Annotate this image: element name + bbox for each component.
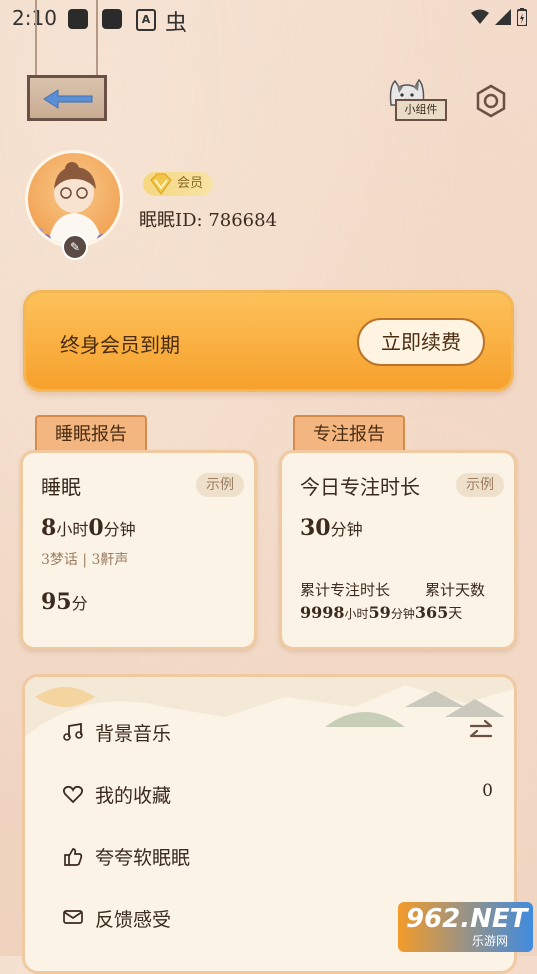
renew-button[interactable]: 立即续费 xyxy=(357,318,485,366)
sample-tag: 示例 xyxy=(196,473,244,497)
tab-focus-report: 专注报告 xyxy=(293,415,405,451)
focus-report-card[interactable]: 今日专注时长 示例 30分钟 累计专注时长 累计天数 9998小时59分钟365… xyxy=(279,450,517,650)
sleep-report-card[interactable]: 睡眠 示例 8小时0分钟 3梦话 | 3鼾声 95分 xyxy=(20,450,257,650)
menu-label: 夸夸软眠眠 xyxy=(95,847,191,869)
sleep-events: 3梦话 | 3鼾声 xyxy=(41,552,129,568)
widget-button[interactable]: 小组件 xyxy=(383,77,447,123)
widget-label: 小组件 xyxy=(395,99,447,121)
sleep-title: 睡眠 xyxy=(41,475,81,499)
sign-rope xyxy=(96,0,98,80)
watermark-sub: 乐游网 xyxy=(472,934,509,948)
back-button[interactable] xyxy=(27,75,107,121)
tab-sleep-report: 睡眠报告 xyxy=(35,415,147,451)
menu-label: 我的收藏 xyxy=(95,785,172,807)
sign-rope xyxy=(35,0,37,80)
signal-icon xyxy=(495,9,511,25)
watermark-main: 962.NET xyxy=(406,904,528,934)
vip-diamond-icon xyxy=(150,173,172,195)
menu-item-background-music[interactable]: 背景音乐 xyxy=(63,711,493,751)
sample-tag: 示例 xyxy=(456,473,504,497)
music-note-icon xyxy=(63,723,83,741)
watermark-logo: 962.NET 乐游网 xyxy=(398,902,533,952)
wifi-icon xyxy=(471,9,489,24)
status-bar: 2:10 A 虫 xyxy=(0,0,537,36)
sleep-score: 95分 xyxy=(41,589,88,615)
membership-status: 终身会员到期 xyxy=(60,333,180,357)
focus-title: 今日专注时长 xyxy=(300,475,420,499)
menu-label: 背景音乐 xyxy=(95,723,172,745)
favorites-count: 0 xyxy=(482,781,493,801)
status-icons xyxy=(471,8,527,26)
settings-button[interactable] xyxy=(474,84,508,118)
notification-icon xyxy=(68,9,88,29)
avatar-illustration xyxy=(37,162,107,245)
sleep-duration: 8小时0分钟 xyxy=(41,515,136,541)
focus-totals: 9998小时59分钟365天 xyxy=(300,603,463,622)
menu-item-praise[interactable]: 夸夸软眠眠 xyxy=(63,835,493,875)
swap-icon[interactable] xyxy=(469,719,493,743)
bug-icon: 虫 xyxy=(165,11,188,36)
settings-gear-icon xyxy=(476,84,506,118)
back-arrow-icon xyxy=(43,89,93,109)
user-id: 眠眠ID: 786684 xyxy=(139,210,278,231)
membership-banner: 终身会员到期 立即续费 xyxy=(23,290,514,392)
battery-icon xyxy=(517,8,527,26)
notification-icon xyxy=(102,9,122,29)
vip-label: 会员 xyxy=(177,176,204,191)
menu-label: 反馈感受 xyxy=(95,909,172,931)
keyboard-icon: A xyxy=(136,9,156,31)
focus-total-label: 累计专注时长 xyxy=(300,581,391,599)
focus-today-duration: 30分钟 xyxy=(300,515,363,541)
edit-avatar-icon[interactable]: ✎ xyxy=(62,234,88,260)
thumbs-up-icon xyxy=(64,848,83,866)
focus-days-label: 累计天数 xyxy=(425,581,486,599)
menu-item-favorites[interactable]: 我的收藏 0 xyxy=(63,773,493,813)
vip-badge: 会员 xyxy=(143,172,214,196)
heart-icon xyxy=(63,785,83,803)
mail-icon xyxy=(63,910,83,924)
